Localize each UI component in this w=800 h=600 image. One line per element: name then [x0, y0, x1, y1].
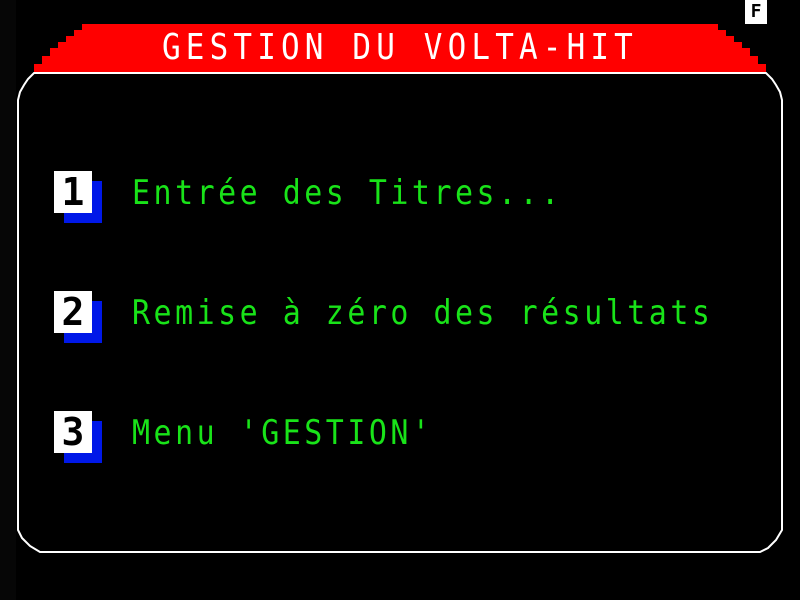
menu-key-number: 1: [54, 171, 92, 213]
menu-key-number: 2: [54, 291, 92, 333]
teletext-screen: GESTION DU VOLTA-HIT F 1 Entrée des Titr…: [0, 0, 800, 600]
menu-key-1: 1: [54, 171, 102, 223]
menu-item-entree-titres[interactable]: 1 Entrée des Titres...: [54, 171, 754, 231]
menu-key-2: 2: [54, 291, 102, 343]
menu-key-number: 3: [54, 411, 92, 453]
menu-item-menu-gestion[interactable]: 3 Menu 'GESTION': [54, 411, 754, 471]
menu-item-label: Entrée des Titres...: [132, 173, 563, 213]
menu-key-3: 3: [54, 411, 102, 463]
menu-item-label: Remise à zéro des résultats: [132, 293, 714, 333]
menu-item-remise-zero[interactable]: 2 Remise à zéro des résultats: [54, 291, 754, 351]
menu-item-label: Menu 'GESTION': [132, 413, 434, 453]
